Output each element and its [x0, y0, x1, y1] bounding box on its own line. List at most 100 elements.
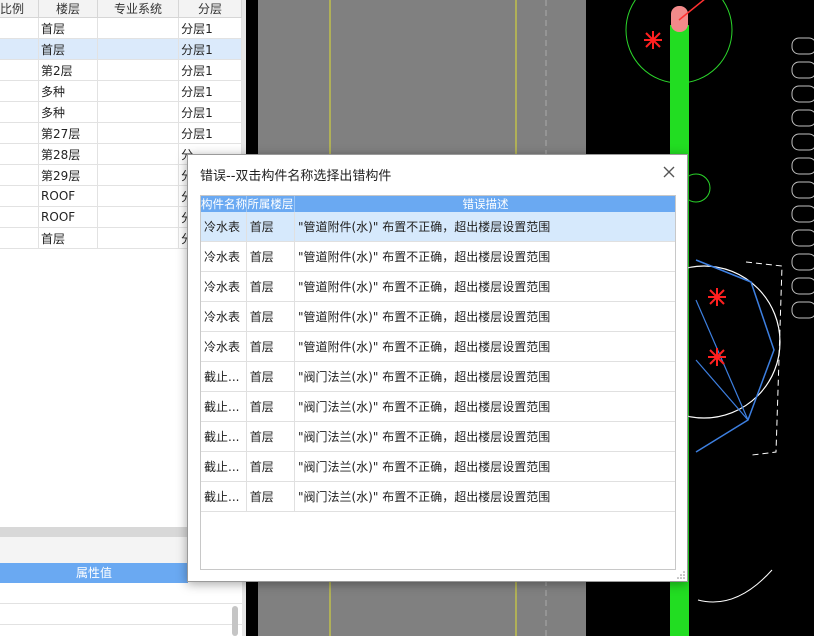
- error-row[interactable]: 冷水表 首层 "管道附件(水)" 布置不正确，超出楼层设置范围: [201, 271, 675, 302]
- error-component-name[interactable]: 冷水表: [201, 212, 247, 242]
- error-component-name[interactable]: 截止...: [201, 361, 247, 392]
- column-header-scale[interactable]: 比例: [0, 0, 40, 18]
- floor-row-floor: 第28层: [38, 143, 98, 165]
- error-table: 构件名称 所属楼层 错误描述 冷水表 首层 "管道附件(水)" 布置不正确，超出楼层…: [201, 196, 675, 512]
- error-row[interactable]: 截止... 首层 "阀门法兰(水)" 布置不正确，超出楼层设置范围: [201, 481, 675, 512]
- floor-row-system: [97, 80, 180, 102]
- error-floor: 首层: [246, 241, 295, 272]
- error-row[interactable]: 冷水表 首层 "管道附件(水)" 布置不正确，超出楼层设置范围: [201, 212, 675, 242]
- column-header-floor[interactable]: 楼层: [38, 0, 98, 18]
- error-description: "阀门法兰(水)" 布置不正确，超出楼层设置范围: [294, 451, 675, 482]
- error-floor: 首层: [246, 331, 295, 362]
- floor-row[interactable]: 多种 分层1: [0, 80, 242, 102]
- error-description: "阀门法兰(水)" 布置不正确，超出楼层设置范围: [294, 361, 675, 392]
- red-star-marker[interactable]: [708, 288, 726, 306]
- error-floor: 首层: [246, 361, 295, 392]
- floor-row-scale: [0, 38, 40, 60]
- floor-row-floor: ROOF: [38, 185, 98, 207]
- floor-row-scale: [0, 185, 40, 207]
- error-floor: 首层: [246, 421, 295, 452]
- floor-row-system: [97, 227, 180, 249]
- error-table-container: 构件名称 所属楼层 错误描述 冷水表 首层 "管道附件(水)" 布置不正确，超出楼层…: [200, 195, 676, 570]
- floor-row[interactable]: 首层 分层1: [0, 17, 242, 39]
- error-floor: 首层: [246, 301, 295, 332]
- red-star-marker[interactable]: [644, 31, 662, 49]
- floor-row[interactable]: 多种 分层1: [0, 101, 242, 123]
- error-description: "管道附件(水)" 布置不正确，超出楼层设置范围: [294, 241, 675, 272]
- floor-row[interactable]: 首层 分层1: [0, 38, 242, 60]
- floor-row-scale: [0, 206, 40, 228]
- error-component-name[interactable]: 截止...: [201, 421, 247, 452]
- error-component-name[interactable]: 冷水表: [201, 241, 247, 272]
- error-description: "管道附件(水)" 布置不正确，超出楼层设置范围: [294, 271, 675, 302]
- floor-row-scale: [0, 59, 40, 81]
- error-floor: 首层: [246, 391, 295, 422]
- error-row[interactable]: 截止... 首层 "阀门法兰(水)" 布置不正确，超出楼层设置范围: [201, 421, 675, 452]
- floor-row-scale: [0, 164, 40, 186]
- floor-row-system: [97, 38, 180, 60]
- close-icon[interactable]: [661, 164, 677, 180]
- error-floor: 首层: [246, 481, 295, 512]
- error-row[interactable]: 截止... 首层 "阀门法兰(水)" 布置不正确，超出楼层设置范围: [201, 391, 675, 422]
- floor-row-floor: 多种: [38, 80, 98, 102]
- error-component-name[interactable]: 截止...: [201, 481, 247, 512]
- floor-row-layer: 分层1: [178, 101, 242, 123]
- floor-row-layer: 分层1: [178, 38, 242, 60]
- resize-grip-icon[interactable]: [677, 571, 685, 579]
- floor-row-scale: [0, 122, 40, 144]
- property-row[interactable]: [0, 604, 242, 625]
- error-component-name[interactable]: 冷水表: [201, 331, 247, 362]
- error-description: "阀门法兰(水)" 布置不正确，超出楼层设置范围: [294, 421, 675, 452]
- properties-value-header: 属性值: [0, 563, 188, 583]
- floor-row-system: [97, 101, 180, 123]
- floor-row-scale: [0, 143, 40, 165]
- floor-row-system: [97, 206, 180, 228]
- properties-scrollbar-thumb[interactable]: [232, 606, 238, 636]
- column-header-component-name[interactable]: 构件名称: [201, 196, 247, 212]
- floor-row-layer: 分层1: [178, 59, 242, 81]
- property-row[interactable]: [0, 583, 242, 604]
- floor-row-scale: [0, 17, 40, 39]
- floor-row-floor: 第29层: [38, 164, 98, 186]
- dialog-title: 错误--双击构件名称选择出错构件: [200, 169, 392, 184]
- error-floor: 首层: [246, 271, 295, 302]
- error-row[interactable]: 冷水表 首层 "管道附件(水)" 布置不正确，超出楼层设置范围: [201, 331, 675, 362]
- floor-row-layer: 分层1: [178, 17, 242, 39]
- floor-row[interactable]: 第2层 分层1: [0, 59, 242, 81]
- floor-row-floor: 首层: [38, 17, 98, 39]
- floor-row-system: [97, 185, 180, 207]
- error-row[interactable]: 截止... 首层 "阀门法兰(水)" 布置不正确，超出楼层设置范围: [201, 451, 675, 482]
- red-star-marker[interactable]: [708, 348, 726, 366]
- floor-row-system: [97, 143, 180, 165]
- error-component-name[interactable]: 冷水表: [201, 271, 247, 302]
- floor-row-system: [97, 164, 180, 186]
- error-description: "阀门法兰(水)" 布置不正确，超出楼层设置范围: [294, 481, 675, 512]
- error-row[interactable]: 冷水表 首层 "管道附件(水)" 布置不正确，超出楼层设置范围: [201, 241, 675, 272]
- column-header-error-desc[interactable]: 错误描述: [294, 196, 675, 212]
- error-row[interactable]: 冷水表 首层 "管道附件(水)" 布置不正确，超出楼层设置范围: [201, 301, 675, 332]
- floor-row-floor: 首层: [38, 38, 98, 60]
- column-header-floor[interactable]: 所属楼层: [246, 196, 295, 212]
- floor-row-floor: 第2层: [38, 59, 98, 81]
- floor-row[interactable]: 第27层 分层1: [0, 122, 242, 144]
- error-component-name[interactable]: 截止...: [201, 451, 247, 482]
- floor-row-system: [97, 59, 180, 81]
- error-description: "阀门法兰(水)" 布置不正确，超出楼层设置范围: [294, 391, 675, 422]
- floor-row-scale: [0, 101, 40, 123]
- error-description: "管道附件(水)" 布置不正确，超出楼层设置范围: [294, 212, 675, 242]
- error-floor: 首层: [246, 451, 295, 482]
- floor-row-floor: 首层: [38, 227, 98, 249]
- error-component-name[interactable]: 截止...: [201, 391, 247, 422]
- floor-row-scale: [0, 80, 40, 102]
- error-component-name[interactable]: 冷水表: [201, 301, 247, 332]
- error-dialog[interactable]: 错误--双击构件名称选择出错构件 构件名称 所属楼层 错误描述 冷水表 首层 "管道…: [187, 154, 688, 582]
- floor-row-scale: [0, 227, 40, 249]
- floor-row-layer: 分层1: [178, 80, 242, 102]
- column-header-layer[interactable]: 分层: [178, 0, 242, 18]
- error-description: "管道附件(水)" 布置不正确，超出楼层设置范围: [294, 301, 675, 332]
- error-floor: 首层: [246, 212, 295, 242]
- column-header-system[interactable]: 专业系统: [97, 0, 180, 18]
- floor-row-floor: 第27层: [38, 122, 98, 144]
- error-description: "管道附件(水)" 布置不正确，超出楼层设置范围: [294, 331, 675, 362]
- error-row[interactable]: 截止... 首层 "阀门法兰(水)" 布置不正确，超出楼层设置范围: [201, 361, 675, 392]
